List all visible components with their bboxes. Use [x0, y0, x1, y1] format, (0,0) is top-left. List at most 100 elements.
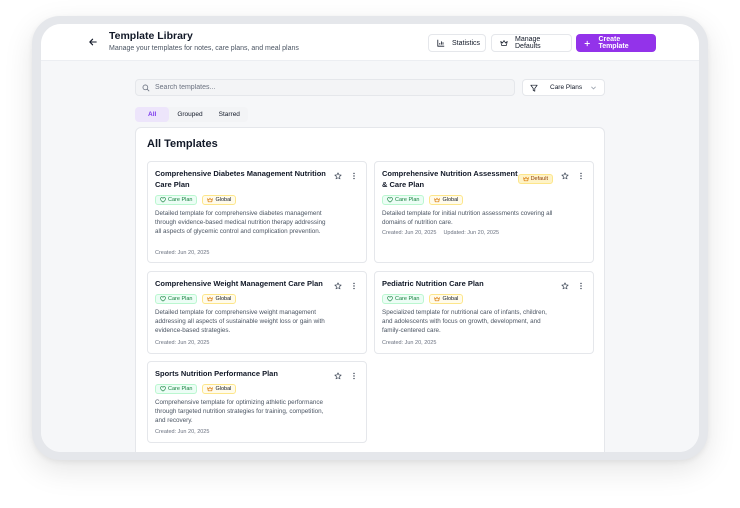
heart-icon: [160, 386, 166, 392]
bar-chart-icon: [437, 39, 445, 47]
care-plan-badge: Care Plan: [382, 195, 425, 205]
template-card[interactable]: Comprehensive Diabetes Management Nutrit…: [147, 161, 367, 263]
default-badge-label: Default: [530, 176, 548, 182]
templates-panel: All Templates Comprehensive Diabetes Man…: [135, 127, 605, 452]
care-plan-badge-label: Care Plan: [168, 386, 193, 392]
crown-icon: [207, 296, 214, 302]
section-title: All Templates: [147, 138, 218, 150]
back-arrow-icon[interactable]: [86, 35, 100, 49]
care-plan-badge-label: Care Plan: [395, 296, 420, 302]
created-date: Created: Jun 20, 2025: [155, 250, 210, 256]
care-plan-badge: Care Plan: [155, 384, 198, 394]
global-badge: Global: [202, 384, 237, 394]
care-plan-badge-label: Care Plan: [168, 197, 193, 203]
crown-icon: [434, 197, 441, 203]
template-card-description: Detailed template for comprehensive weig…: [155, 309, 325, 334]
heart-icon: [387, 197, 393, 203]
heart-icon: [160, 296, 166, 302]
badge-group: Care Plan Global: [382, 195, 464, 205]
global-badge-label: Global: [215, 386, 232, 392]
more-options-icon[interactable]: [576, 171, 585, 180]
tab-grouped[interactable]: Grouped: [169, 107, 210, 122]
statistics-label: Statistics: [452, 39, 481, 47]
template-card-title: Comprehensive Weight Management Care Pla…: [155, 279, 323, 288]
template-card-meta: Created: Jun 20, 2025: [155, 250, 209, 256]
more-options-icon[interactable]: [349, 371, 358, 380]
crown-icon: [434, 296, 441, 302]
template-card-title: Pediatric Nutrition Care Plan: [382, 279, 484, 288]
created-date: Created: Jun 20, 2025: [382, 230, 437, 236]
created-date: Created: Jun 20, 2025: [155, 340, 210, 346]
search-input[interactable]: [155, 84, 495, 91]
template-card-meta: Created: Jun 20, 2025 Updated: Jun 20, 20…: [382, 230, 499, 236]
search-icon: [142, 84, 150, 91]
template-card-meta: Created: Jun 20, 2025: [382, 340, 436, 346]
template-card[interactable]: Comprehensive Nutrition Assessment & Car…: [374, 161, 594, 263]
template-card[interactable]: Pediatric Nutrition Care Plan Care Plan …: [374, 271, 594, 354]
statistics-button[interactable]: Statistics: [428, 34, 486, 52]
created-date: Created: Jun 20, 2025: [382, 340, 437, 346]
more-options-icon[interactable]: [349, 281, 358, 290]
star-icon[interactable]: [333, 371, 342, 380]
main-content: Care Plans All Grouped Starred All Templ…: [41, 61, 699, 452]
heart-icon: [160, 197, 166, 203]
care-plan-badge-label: Care Plan: [395, 197, 420, 203]
updated-date: Updated: Jun 20, 2025: [443, 230, 500, 236]
template-card-description: Specialized template for nutritional car…: [382, 309, 547, 334]
badge-group: Care Plan Global: [155, 195, 237, 205]
title-block: Template Library Manage your templates f…: [109, 30, 299, 54]
template-card-title: Comprehensive Nutrition Assessment & Car…: [382, 169, 518, 189]
crown-icon: [522, 176, 529, 182]
plus-icon: [584, 40, 590, 46]
star-icon[interactable]: [560, 171, 569, 180]
star-icon[interactable]: [333, 281, 342, 290]
badge-group: Care Plan Global: [155, 384, 237, 394]
crown-icon: [207, 386, 214, 392]
star-icon[interactable]: [560, 281, 569, 290]
filter-icon: [530, 84, 538, 92]
template-card-description: Detailed template for initial nutrition …: [382, 210, 553, 226]
global-badge-label: Global: [442, 197, 459, 203]
badge-group: Care Plan Global: [155, 294, 237, 304]
more-options-icon[interactable]: [349, 171, 358, 180]
crown-icon: [500, 40, 508, 46]
heart-icon: [387, 296, 393, 302]
page-title: Template Library: [109, 30, 193, 42]
global-badge: Global: [429, 294, 464, 304]
page-subtitle: Manage your templates for notes, care pl…: [109, 45, 299, 52]
view-tabs: All Grouped Starred: [135, 107, 248, 122]
more-options-icon[interactable]: [576, 281, 585, 290]
template-card-description: Comprehensive template for optimizing at…: [155, 399, 324, 424]
tab-all[interactable]: All: [135, 107, 170, 122]
create-template-button[interactable]: Create Template: [576, 34, 656, 52]
template-card[interactable]: Comprehensive Weight Management Care Pla…: [147, 271, 367, 354]
global-badge: Global: [202, 195, 237, 205]
template-card-description: Detailed template for comprehensive diab…: [155, 210, 326, 235]
filter-selected-label: Care Plans: [550, 84, 583, 91]
star-icon[interactable]: [333, 171, 342, 180]
template-card-title: Sports Nutrition Performance Plan: [155, 369, 278, 378]
device-frame: Template Library Manage your templates f…: [32, 16, 708, 460]
tab-starred[interactable]: Starred: [211, 107, 248, 122]
care-plan-badge: Care Plan: [155, 294, 198, 304]
global-badge-label: Global: [442, 296, 459, 302]
app-screen: Template Library Manage your templates f…: [41, 24, 699, 452]
manage-defaults-button[interactable]: Manage Defaults: [491, 34, 572, 52]
template-card-meta: Created: Jun 20, 2025: [155, 429, 209, 435]
global-badge-label: Global: [215, 197, 232, 203]
created-date: Created: Jun 20, 2025: [155, 429, 210, 435]
template-card-meta: Created: Jun 20, 2025: [155, 340, 209, 346]
global-badge-label: Global: [215, 296, 232, 302]
badge-group: Care Plan Global: [382, 294, 464, 304]
template-card[interactable]: Sports Nutrition Performance Plan Care P…: [147, 361, 367, 443]
care-plan-badge-label: Care Plan: [168, 296, 193, 302]
category-filter-select[interactable]: Care Plans: [522, 79, 605, 96]
manage-defaults-label: Manage Defaults: [515, 36, 541, 50]
crown-icon: [207, 197, 214, 203]
chevron-down-icon: [591, 86, 596, 90]
global-badge: Global: [429, 195, 464, 205]
global-badge: Global: [202, 294, 237, 304]
care-plan-badge: Care Plan: [155, 195, 198, 205]
search-bar: [135, 79, 515, 96]
care-plan-badge: Care Plan: [382, 294, 425, 304]
